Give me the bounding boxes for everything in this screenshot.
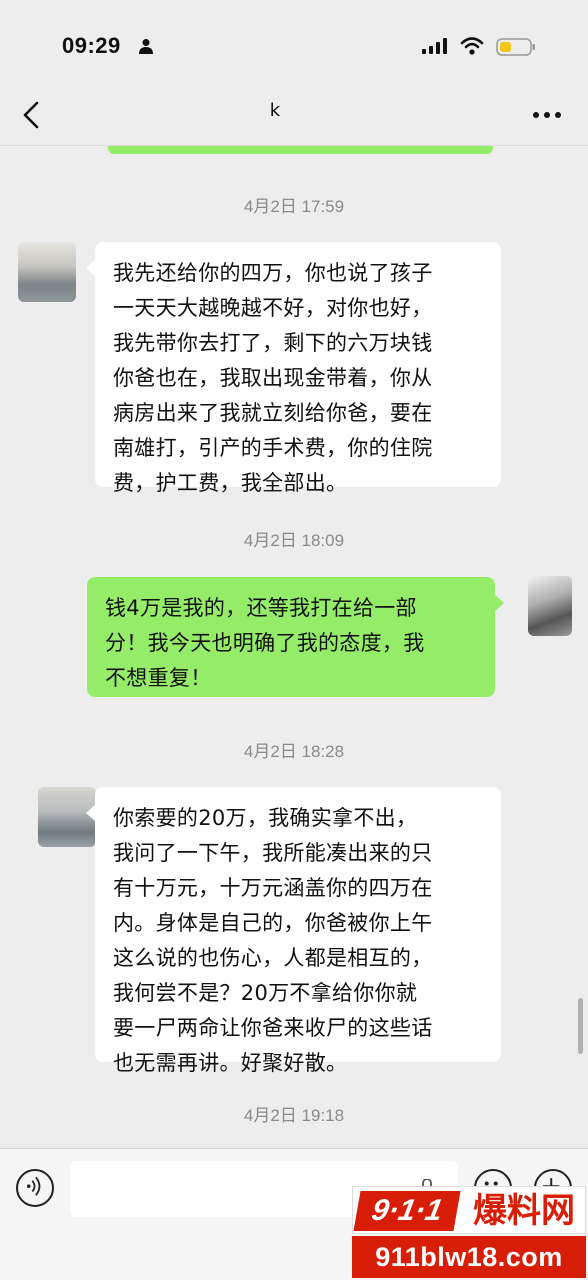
- contact-avatar[interactable]: [18, 242, 76, 302]
- outgoing-message-bubble[interactable]: 钱4万是我的，还等我打在给一部 分！我今天也明确了我的态度，我 不想重复！: [87, 577, 495, 697]
- timestamp: 4月2日 19:18: [243, 1106, 345, 1125]
- message-line: 内。身体是自己的，你爸被你上午: [113, 911, 433, 935]
- timestamp: 4月2日 18:09: [243, 531, 345, 550]
- message-line: 我何尝不是？20万不拿给你你就: [113, 981, 418, 1005]
- previous-message-edge: [108, 146, 493, 154]
- message-line: 不想重复！: [105, 666, 212, 690]
- my-avatar[interactable]: [528, 576, 572, 636]
- message-line: 这么说的也伤心，人都是相互的，: [113, 946, 433, 970]
- voice-button[interactable]: [16, 1169, 54, 1207]
- incoming-message-bubble[interactable]: 你索要的20万，我确实拿不出， 我问了一下午，我所能凑出来的只 有十万元，十万元…: [95, 787, 501, 1075]
- incoming-message-bubble[interactable]: 我先还给你的四万，你也说了孩子 一天天大越晚越不好，对你也好， 我先带你去打了，…: [95, 242, 501, 495]
- message-line: 一天天大越晚越不好，对你也好，: [113, 296, 433, 320]
- message-line: 我先带你去打了，剩下的六万块钱: [113, 331, 433, 355]
- chat-header: k: [0, 90, 588, 146]
- message-line: 费，护工费，我全部出。: [113, 471, 348, 495]
- timestamp: 4月2日 18:28: [243, 742, 345, 761]
- chevron-left-icon[interactable]: [20, 100, 44, 130]
- message-line: 南雄打，引产的手术费，你的住院: [113, 436, 433, 460]
- bubble-tail: [86, 260, 95, 276]
- scrollbar[interactable]: [578, 998, 583, 1054]
- bubble-tail: [86, 805, 95, 821]
- watermark-url: 911blw18.com: [352, 1236, 586, 1278]
- message-line: 病房出来了我就立刻给你爸，要在: [113, 401, 433, 425]
- timestamp: 4月2日 17:59: [243, 197, 345, 216]
- watermark-badge: 9·1·1: [353, 1191, 461, 1231]
- message-line: 有十万元，十万元涵盖你的四万在: [113, 876, 433, 900]
- status-bar: 09:29: [0, 0, 588, 90]
- message-line: 你索要的20万，我确实拿不出，: [113, 806, 418, 830]
- message-line: 你爸也在，我取出现金带着，你从: [113, 366, 433, 390]
- message-line: 也无需再讲。好聚好散。: [113, 1051, 348, 1075]
- message-line: 要一尸两命让你爸来收尸的这些话: [113, 1016, 433, 1040]
- watermark-brand: 爆料网: [473, 1191, 575, 1231]
- chat-title: k: [269, 100, 281, 121]
- message-line: 钱4万是我的，还等我打在给一部: [105, 596, 417, 620]
- message-line: 我先还给你的四万，你也说了孩子: [113, 261, 433, 285]
- watermark-banner: 9·1·1 爆料网: [352, 1186, 586, 1234]
- more-dots-icon[interactable]: [532, 110, 562, 120]
- wifi-icon: [460, 37, 484, 55]
- watermark-logo: 9·1·1 爆料网 911blw18.com: [352, 1186, 586, 1278]
- message-line: 我问了一下午，我所能凑出来的只: [113, 841, 433, 865]
- bubble-tail: [495, 595, 504, 611]
- battery-icon: [496, 38, 535, 56]
- signal-icon: [422, 38, 447, 54]
- person-icon: [139, 39, 153, 54]
- status-time: 09:29: [62, 33, 121, 58]
- message-line: 分！我今天也明确了我的态度，我: [105, 631, 425, 655]
- voice-icon: [26, 1176, 41, 1196]
